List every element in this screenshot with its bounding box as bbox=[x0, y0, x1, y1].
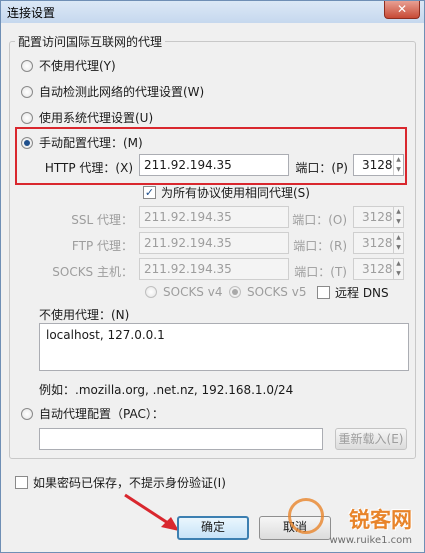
ssl-port-spinner[interactable]: 3128 ▲ ▼ bbox=[353, 206, 404, 228]
ftp-proxy-label: FTP 代理： bbox=[71, 239, 133, 253]
socks-v4-option[interactable]: SOCKS v4 bbox=[145, 285, 222, 299]
connection-settings-dialog: 连接设置 ✕ 配置访问国际互联网的代理 不使用代理(Y) 自动检测此网络的代理设… bbox=[0, 0, 425, 553]
spin-arrows-icon[interactable]: ▲ ▼ bbox=[393, 233, 403, 253]
no-proxy-label: 不使用代理(Y) bbox=[39, 59, 116, 73]
ftp-port-spinner[interactable]: 3128 ▲ ▼ bbox=[353, 232, 404, 254]
ssl-proxy-label: SSL 代理： bbox=[71, 213, 133, 227]
pac-option[interactable]: 自动代理配置（PAC）： bbox=[21, 405, 164, 422]
system-proxy-radio[interactable] bbox=[21, 111, 33, 124]
system-proxy-label: 使用系统代理设置(U) bbox=[39, 111, 154, 125]
pac-label: 自动代理配置（PAC）： bbox=[39, 407, 164, 421]
no-proxy-radio[interactable] bbox=[21, 59, 33, 72]
close-button[interactable]: ✕ bbox=[384, 1, 420, 19]
no-proxy-for-textarea[interactable]: localhost, 127.0.0.1 bbox=[39, 323, 409, 371]
ssl-port-value: 3128 bbox=[362, 210, 393, 224]
title-bar[interactable]: 连接设置 ✕ bbox=[1, 1, 424, 23]
http-port-label: 端口：(P) bbox=[295, 161, 348, 175]
no-proxy-example: 例如：.mozilla.org, .net.nz, 192.168.1.0/24 bbox=[39, 383, 294, 397]
ssl-port-label: 端口：(O) bbox=[292, 213, 347, 227]
same-proxy-checkbox[interactable]: ✓ bbox=[143, 186, 156, 199]
socks-v5-radio[interactable] bbox=[229, 286, 241, 298]
socks-host-input[interactable]: 211.92.194.35 bbox=[139, 258, 289, 280]
window-title: 连接设置 bbox=[7, 6, 56, 20]
reload-button[interactable]: 重新载入(E) bbox=[335, 428, 407, 450]
manual-proxy-option[interactable]: 手动配置代理：(M) bbox=[21, 134, 143, 151]
no-prompt-auth-option[interactable]: 如果密码已保存，不提示身份验证(I) bbox=[15, 474, 226, 491]
auto-detect-radio[interactable] bbox=[21, 85, 33, 98]
remote-dns-label: 远程 DNS bbox=[335, 286, 389, 300]
watermark: 锐客网 www.ruike1.com bbox=[288, 488, 420, 548]
watermark-logo-icon bbox=[288, 498, 324, 534]
no-proxy-for-value: localhost, 127.0.0.1 bbox=[46, 328, 165, 342]
socks-v4-label: SOCKS v4 bbox=[163, 285, 223, 299]
ftp-proxy-input[interactable]: 211.92.194.35 bbox=[139, 232, 289, 254]
no-proxy-for-label: 不使用代理：(N) bbox=[39, 308, 130, 322]
watermark-domain: www.ruike1.com bbox=[329, 535, 412, 546]
http-proxy-label: HTTP 代理：(X) bbox=[44, 161, 133, 175]
http-port-spinner[interactable]: 3128 ▲ ▼ bbox=[353, 154, 404, 176]
socks-port-spinner[interactable]: 3128 ▲ ▼ bbox=[353, 258, 404, 280]
system-proxy-option[interactable]: 使用系统代理设置(U) bbox=[21, 109, 153, 126]
socks-v4-radio[interactable] bbox=[145, 286, 157, 298]
ssl-proxy-input[interactable]: 211.92.194.35 bbox=[139, 206, 289, 228]
socks-port-label: 端口：(T) bbox=[294, 265, 347, 279]
remote-dns-checkbox[interactable] bbox=[317, 286, 330, 299]
http-port-value: 3128 bbox=[362, 158, 393, 172]
spin-arrows-icon[interactable]: ▲ ▼ bbox=[393, 155, 403, 175]
spin-arrows-icon[interactable]: ▲ ▼ bbox=[393, 259, 403, 279]
no-prompt-auth-checkbox[interactable] bbox=[15, 476, 28, 489]
manual-proxy-radio[interactable] bbox=[21, 136, 33, 149]
http-proxy-input[interactable]: 211.92.194.35 bbox=[139, 154, 289, 176]
ftp-port-value: 3128 bbox=[362, 236, 393, 250]
ftp-port-label: 端口：(R) bbox=[293, 239, 347, 253]
pac-url-input[interactable] bbox=[39, 428, 323, 450]
socks-host-label: SOCKS 主机： bbox=[52, 265, 133, 279]
auto-detect-option[interactable]: 自动检测此网络的代理设置(W) bbox=[21, 83, 204, 100]
socks-v5-label: SOCKS v5 bbox=[247, 285, 307, 299]
manual-proxy-label: 手动配置代理：(M) bbox=[39, 136, 143, 150]
socks-port-value: 3128 bbox=[362, 262, 393, 276]
same-proxy-label: 为所有协议使用相同代理(S) bbox=[161, 186, 310, 200]
auto-detect-label: 自动检测此网络的代理设置(W) bbox=[39, 85, 205, 99]
no-prompt-auth-label: 如果密码已保存，不提示身份验证(I) bbox=[33, 476, 226, 490]
remote-dns-option[interactable]: 远程 DNS bbox=[317, 284, 389, 301]
watermark-brand: 锐客网 bbox=[349, 508, 412, 532]
no-proxy-option[interactable]: 不使用代理(Y) bbox=[21, 57, 116, 74]
spin-arrows-icon[interactable]: ▲ ▼ bbox=[393, 207, 403, 227]
group-title: 配置访问国际互联网的代理 bbox=[15, 33, 166, 50]
same-proxy-option[interactable]: ✓ 为所有协议使用相同代理(S) bbox=[143, 184, 310, 201]
red-arrow-icon bbox=[124, 493, 179, 531]
ok-button[interactable]: 确定 bbox=[177, 516, 249, 540]
pac-radio[interactable] bbox=[21, 407, 33, 420]
socks-v5-option[interactable]: SOCKS v5 bbox=[229, 285, 306, 299]
